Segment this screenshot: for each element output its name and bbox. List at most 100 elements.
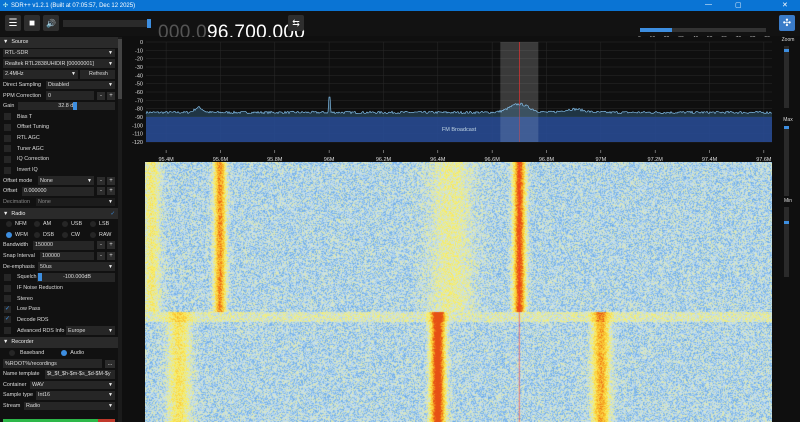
spectrum-plot[interactable]: 0 -10 -20 -30 -40 -50 -60 -70 -80 -90 -100 -110 -120…: [124, 37, 776, 162]
ppm-increment[interactable]: +: [107, 91, 115, 100]
max-slider[interactable]: [784, 126, 789, 196]
close-button[interactable]: ✕: [782, 1, 788, 9]
offset-mode-select[interactable]: None ▼: [38, 176, 94, 185]
recording-path-input[interactable]: %ROOT%/recordings: [3, 359, 102, 368]
container-select[interactable]: WAV ▼: [30, 380, 115, 390]
checkbox-row[interactable]: RTL AGC: [0, 133, 118, 144]
bandwidth-increment[interactable]: +: [107, 241, 115, 250]
checkbox[interactable]: [4, 155, 11, 163]
squelch-slider[interactable]: -100.000dB: [37, 273, 115, 282]
checkbox-row[interactable]: Bias T: [0, 111, 118, 122]
snap-input[interactable]: 100000: [40, 251, 94, 261]
mode-radio-lsb[interactable]: LSB: [90, 221, 118, 228]
checkbox[interactable]: [4, 295, 11, 303]
stream-value: Radio: [26, 403, 41, 410]
zoom-knob[interactable]: [784, 49, 789, 52]
radio-header-label: Radio: [11, 210, 26, 217]
minimize-button[interactable]: —: [705, 1, 712, 8]
snap-increment[interactable]: +: [107, 252, 115, 261]
checkbox[interactable]: ✓: [4, 305, 11, 313]
stream-select[interactable]: Radio ▼: [24, 401, 115, 411]
refresh-button[interactable]: Refresh: [80, 69, 115, 79]
offset-decrement[interactable]: -: [97, 187, 105, 196]
menu-button[interactable]: ☰: [5, 15, 21, 31]
checkbox-row[interactable]: IQ Correction: [0, 154, 118, 165]
scrollbar-thumb[interactable]: [118, 39, 122, 99]
checkbox-row[interactable]: Stereo: [0, 293, 118, 304]
checkbox-row[interactable]: Tuner AGC: [0, 143, 118, 154]
gain-slider[interactable]: 32.8 dB: [18, 101, 115, 111]
zoom-slider[interactable]: [784, 46, 789, 108]
min-slider[interactable]: [784, 207, 789, 277]
baseband-radio[interactable]: [9, 349, 15, 356]
speaker-icon: 🔊: [46, 18, 56, 28]
squelch-checkbox[interactable]: [4, 273, 11, 281]
mode-radio-cw[interactable]: CW: [62, 231, 90, 238]
mode-radio-wfm[interactable]: WFM: [6, 231, 34, 238]
offset-input[interactable]: 0.000000: [22, 186, 94, 196]
side-panel: ▼ Source RTL-SDR ▼ Realtek RTL2838UHIDIR […: [0, 37, 118, 422]
mode-radio-dsb[interactable]: DSB: [34, 231, 62, 238]
name-template-input[interactable]: $t_$f_$h-$m-$s_$d-$M-$y: [45, 369, 115, 379]
stop-button[interactable]: ■: [24, 15, 40, 31]
checkbox[interactable]: ✓: [4, 316, 11, 324]
radio-header[interactable]: ▼ Radio ✓: [0, 208, 118, 219]
checkbox-row[interactable]: ✓ Decode RDS: [0, 315, 118, 326]
checkbox[interactable]: [4, 145, 11, 153]
recorder-header[interactable]: ▼ Recorder: [0, 336, 118, 348]
serial-select[interactable]: Realtek RTL2838UHIDIR [00000001] ▼: [0, 58, 118, 69]
device-select[interactable]: RTL-SDR ▼: [0, 48, 118, 59]
maximize-button[interactable]: ▢: [735, 1, 742, 9]
max-knob[interactable]: [784, 126, 789, 129]
source-header[interactable]: ▼ Source: [0, 37, 118, 48]
ppm-decrement[interactable]: -: [97, 91, 105, 100]
checkbox[interactable]: [4, 134, 11, 142]
deemphasis-select[interactable]: 50us ▼: [38, 262, 115, 272]
volume-knob[interactable]: [147, 19, 151, 28]
min-knob[interactable]: [784, 221, 789, 224]
bandwidth-decrement[interactable]: -: [97, 241, 105, 250]
mode-radio-am[interactable]: AM: [34, 221, 62, 228]
bandwidth-label: Bandwidth: [3, 242, 29, 249]
checkbox-label: Tuner AGC: [17, 145, 44, 152]
swap-button[interactable]: ⇆: [288, 15, 304, 31]
offset-mode-decrement[interactable]: -: [97, 176, 105, 185]
mode-radio-raw[interactable]: RAW: [90, 231, 118, 238]
radio-enable-check-icon[interactable]: ✓: [110, 211, 115, 217]
mute-button[interactable]: 🔊: [43, 15, 59, 31]
samplerate-select[interactable]: 2.4MHz ▼: [3, 69, 78, 79]
source-header-label: Source: [11, 39, 29, 46]
direct-sampling-value: Disabled: [48, 81, 69, 88]
checkbox[interactable]: [4, 113, 11, 121]
audio-radio[interactable]: [61, 349, 68, 356]
checkbox[interactable]: [4, 284, 11, 292]
stop-icon: ■: [28, 17, 36, 29]
volume-slider[interactable]: [63, 19, 151, 28]
checkbox-row[interactable]: Offset Tuning: [0, 122, 118, 133]
checkbox[interactable]: [4, 166, 11, 174]
direct-sampling-select[interactable]: Disabled ▼: [46, 80, 115, 90]
container-label: Container: [3, 381, 27, 388]
offset-mode-value: None: [40, 177, 53, 184]
decimation-select[interactable]: None ▼: [36, 197, 115, 207]
mode-radio-usb[interactable]: USB: [62, 221, 90, 228]
mode-radio-nfm[interactable]: NFM: [6, 221, 34, 228]
sample-type-select[interactable]: Int16 ▼: [36, 391, 115, 400]
rds-info-checkbox[interactable]: [4, 327, 11, 335]
ppm-input[interactable]: 0: [46, 91, 94, 100]
offset-mode-increment[interactable]: +: [107, 176, 115, 185]
snap-decrement[interactable]: -: [97, 252, 105, 261]
checkbox-row[interactable]: Invert IQ: [0, 165, 118, 176]
checkbox-row[interactable]: IF Noise Reduction: [0, 283, 118, 294]
checkbox[interactable]: [4, 123, 11, 131]
gain-knob[interactable]: [73, 102, 77, 111]
offset-increment[interactable]: +: [107, 187, 115, 196]
mode-label: CW: [71, 231, 80, 238]
rds-region-select[interactable]: Europe ▼: [66, 326, 115, 335]
browse-button[interactable]: ...: [105, 359, 115, 368]
squelch-knob[interactable]: [38, 273, 42, 282]
panel-scrollbar[interactable]: [118, 37, 122, 422]
checkbox-row[interactable]: ✓ Low Pass: [0, 304, 118, 315]
waterfall[interactable]: [145, 162, 772, 422]
bandwidth-input[interactable]: 150000: [33, 241, 94, 250]
